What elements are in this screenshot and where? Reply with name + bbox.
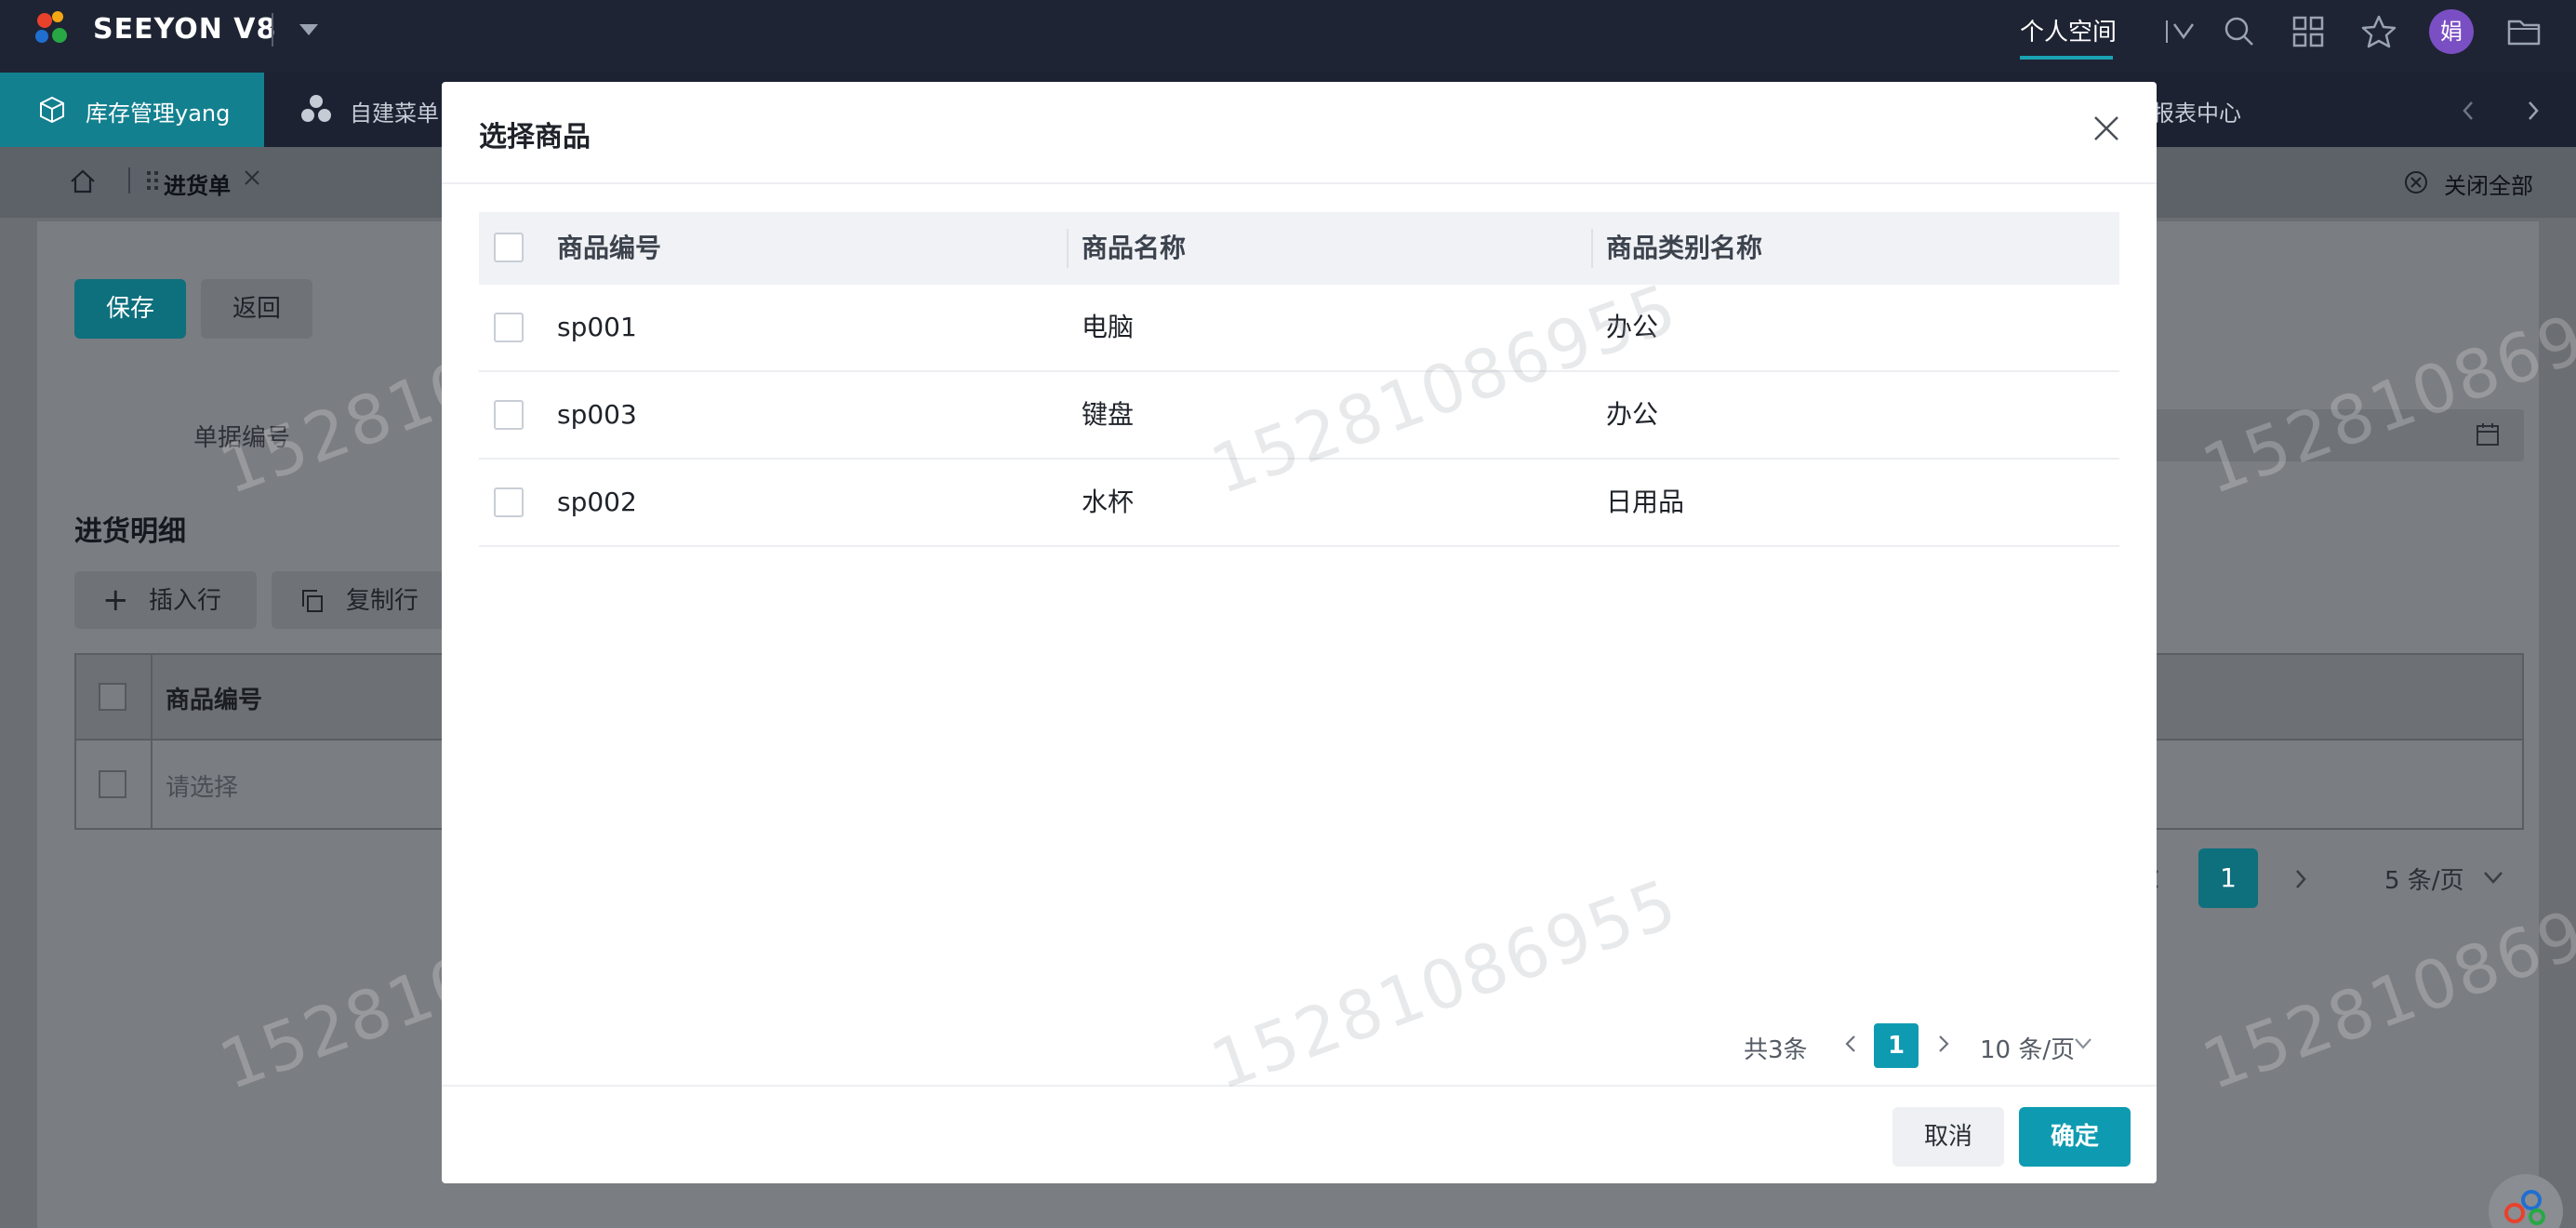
star-icon[interactable] (2360, 13, 2397, 50)
page-size-select[interactable]: 10 条/页 (1980, 1031, 2075, 1065)
table-row[interactable]: sp001 电脑 办公 (479, 285, 2119, 372)
chevron-right-icon[interactable] (2291, 865, 2310, 893)
chevron-down-icon[interactable] (2481, 865, 2505, 889)
select-product-dialog: 选择商品 商品编号 商品名称 商品类别名称 sp001 电脑 办公 sp003 … (442, 82, 2157, 1183)
back-button[interactable]: 返回 (201, 279, 312, 339)
seeyon-logo-icon[interactable] (32, 7, 78, 54)
chevron-left-icon[interactable] (2457, 97, 2479, 125)
chevron-down-icon[interactable] (2163, 13, 2200, 50)
category-cell: 办公 (1606, 312, 1659, 342)
apps-icon (301, 95, 331, 122)
dialog-title: 选择商品 (479, 121, 591, 154)
close-all-button[interactable]: 关闭全部 (2444, 167, 2533, 200)
column-divider (151, 655, 153, 828)
chevron-down-icon[interactable] (299, 24, 318, 35)
pagination-total: 共3条 (1744, 1036, 1808, 1064)
product-code-cell: sp001 (557, 312, 637, 342)
divider (128, 167, 130, 194)
chevron-right-icon[interactable] (2522, 97, 2544, 125)
save-button[interactable]: 保存 (74, 279, 186, 339)
product-name-cell: 水杯 (1082, 487, 1135, 517)
column-header-product-name: 商品名称 (1082, 233, 1187, 263)
copy-icon (302, 590, 323, 612)
table-row[interactable]: sp003 键盘 办公 (479, 372, 2119, 460)
detail-section-title: 进货明细 (74, 515, 186, 548)
close-icon[interactable] (2088, 110, 2125, 147)
chevron-down-icon[interactable] (2071, 1031, 2095, 1055)
divider (272, 13, 273, 47)
select-all-checkbox[interactable] (494, 233, 524, 262)
product-code-select[interactable]: 请选择 (166, 768, 238, 803)
category-cell: 日用品 (1606, 487, 1685, 517)
divider (442, 182, 2157, 184)
chevron-right-icon[interactable] (1930, 1027, 1958, 1061)
cube-icon (40, 96, 64, 124)
row-checkbox[interactable] (494, 313, 524, 342)
pagination-page[interactable]: 1 (1874, 1023, 1919, 1068)
cancel-button[interactable]: 取消 (1892, 1107, 2004, 1167)
row-checkbox[interactable] (494, 487, 524, 517)
date-field[interactable] (2139, 409, 2524, 461)
breadcrumb-tab-purchase-order[interactable]: 进货单 (164, 167, 231, 200)
brand-name: SEEYON V8 (93, 13, 277, 46)
button-label: 复制行 (346, 587, 419, 615)
close-circle-icon[interactable] (2403, 169, 2429, 195)
plus-icon: + (102, 581, 129, 619)
calendar-icon[interactable] (2474, 420, 2502, 448)
product-code-cell: sp002 (557, 487, 637, 517)
tab-custom-menu[interactable]: 自建菜单 (350, 95, 439, 127)
apps-grid-icon[interactable] (2290, 13, 2327, 50)
column-header-product-code: 商品编号 (557, 233, 662, 263)
button-label: 插入行 (149, 587, 222, 615)
select-all-checkbox[interactable] (99, 683, 126, 711)
table-header: 商品编号 商品名称 商品类别名称 (479, 212, 2119, 285)
row-checkbox[interactable] (99, 770, 126, 798)
column-divider (1067, 229, 1069, 268)
close-icon[interactable] (242, 167, 262, 188)
avatar[interactable]: 娟 (2429, 9, 2474, 54)
table-row[interactable]: sp002 水杯 日用品 (479, 460, 2119, 547)
column-header-product-code: 商品编号 (166, 687, 263, 714)
active-tab-indicator (2020, 56, 2113, 60)
tab-report-center[interactable]: 报表中心 (2152, 95, 2241, 127)
top-bar: SEEYON V8 个人空间 娟 (0, 0, 2576, 73)
pagination-page[interactable]: 1 (2198, 848, 2258, 908)
confirm-button[interactable]: 确定 (2019, 1107, 2131, 1167)
divider (442, 1085, 2157, 1087)
folder-icon[interactable] (2505, 13, 2543, 50)
search-icon[interactable] (2221, 13, 2258, 50)
product-name-cell: 电脑 (1082, 312, 1135, 342)
copy-row-button[interactable]: 复制行 (272, 571, 454, 629)
chevron-left-icon[interactable] (1837, 1027, 1865, 1061)
doc-number-label: 单据编号 (193, 424, 291, 452)
insert-row-button[interactable]: + 插入行 (74, 571, 257, 629)
tab-label: 库存管理yang (86, 100, 231, 127)
page-size-select[interactable]: 5 条/页 (2384, 861, 2464, 896)
column-header-category-name: 商品类别名称 (1606, 233, 1763, 263)
product-code-cell: sp003 (557, 399, 637, 430)
column-divider (1591, 229, 1593, 268)
category-cell: 办公 (1606, 399, 1659, 430)
tab-inventory-management[interactable]: 库存管理yang (0, 73, 264, 147)
home-icon[interactable] (69, 167, 97, 195)
product-name-cell: 键盘 (1082, 399, 1135, 430)
row-checkbox[interactable] (494, 400, 524, 430)
tab-personal-space[interactable]: 个人空间 (2020, 13, 2117, 47)
drag-handle-icon[interactable] (147, 171, 158, 192)
